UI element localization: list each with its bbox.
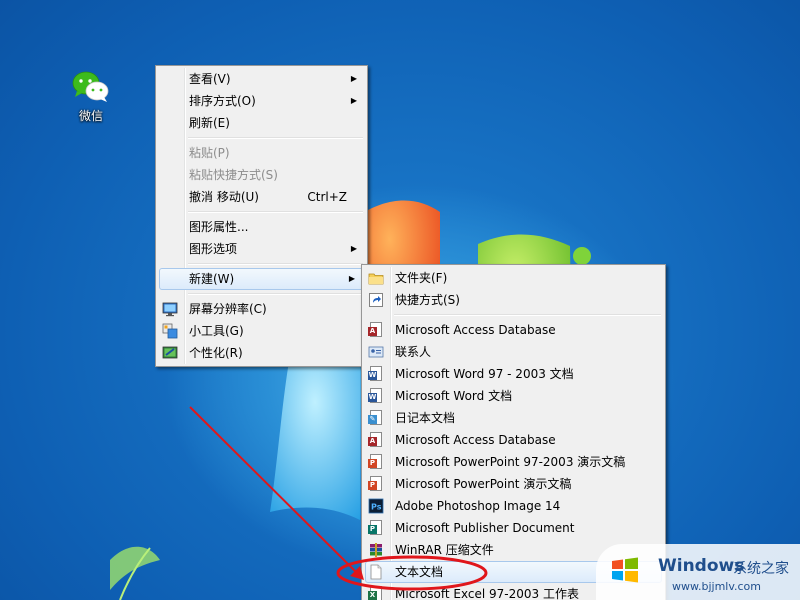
menu-item-view[interactable]: 查看(V) ▶ [158, 68, 365, 90]
menu-separator [188, 211, 363, 213]
menu-separator [188, 137, 363, 139]
word-icon: W [368, 388, 384, 404]
gadgets-icon [162, 323, 178, 339]
watermark: Windows 系统之家 www.bjjmlv.com [596, 544, 800, 600]
wechat-icon [71, 70, 111, 104]
menu-item-label: Microsoft Word 97 - 2003 文档 [395, 367, 574, 381]
menu-item-label: Microsoft Excel 97-2003 工作表 [395, 587, 579, 600]
menu-item-shortcut: Ctrl+Z [307, 190, 347, 204]
submenu-arrow-icon: ▶ [350, 74, 357, 83]
menu-item-graphics-options[interactable]: 图形选项 ▶ [158, 238, 365, 260]
watermark-title: Windows [658, 556, 745, 576]
screen-resolution-icon [162, 301, 178, 317]
svg-text:Ps: Ps [371, 503, 382, 512]
personalize-icon [162, 345, 178, 361]
menu-item-personalize[interactable]: 个性化(R) [158, 342, 365, 364]
watermark-title-cn: 系统之家 [733, 561, 789, 577]
access-icon: A [368, 432, 384, 448]
menu-item-new[interactable]: 新建(W) ▶ [159, 268, 364, 290]
menu-item-label: 快捷方式(S) [395, 293, 460, 307]
menu-item-label: Microsoft Publisher Document [395, 521, 575, 535]
menu-separator [188, 293, 363, 295]
folder-icon [368, 270, 384, 286]
menu-item-label: 排序方式(O) [189, 94, 256, 108]
menu-item-label: 联系人 [395, 345, 432, 359]
menu-item-label: 个性化(R) [189, 346, 243, 360]
desktop-icon-label: 微信 [78, 109, 103, 123]
menu-item-label: 查看(V) [189, 72, 231, 86]
submenu-arrow-icon: ▶ [350, 96, 357, 105]
menu-item-label: WinRAR 压缩文件 [395, 543, 494, 557]
menu-item-label: Microsoft Access Database [395, 433, 556, 447]
contact-icon [368, 344, 384, 360]
watermark-url: www.bjjmlv.com [672, 580, 761, 593]
new-item-powerpoint[interactable]: P Microsoft PowerPoint 演示文稿 [364, 473, 663, 495]
menu-item-label: 图形属性... [189, 220, 249, 234]
new-item-photoshop-image[interactable]: Ps Adobe Photoshop Image 14 [364, 495, 663, 517]
new-item-shortcut[interactable]: 快捷方式(S) [364, 289, 663, 311]
word-icon: W [368, 366, 384, 382]
menu-item-label: Microsoft Word 文档 [395, 389, 513, 403]
submenu-arrow-icon: ▶ [350, 244, 357, 253]
menu-item-undo-move[interactable]: 撤消 移动(U) Ctrl+Z [158, 186, 365, 208]
menu-item-label: Microsoft Access Database [395, 323, 556, 337]
new-item-word[interactable]: W Microsoft Word 文档 [364, 385, 663, 407]
menu-item-label: 粘贴快捷方式(S) [189, 168, 278, 182]
new-item-publisher-document[interactable]: P Microsoft Publisher Document [364, 517, 663, 539]
winrar-icon [368, 542, 384, 558]
menu-item-screen-resolution[interactable]: 屏幕分辨率(C) [158, 298, 365, 320]
access-icon: A [368, 322, 384, 338]
desktop[interactable]: 微信 查看(V) ▶ 排序方式(O) ▶ 刷新(E) 粘贴(P) 粘贴快捷方式(… [0, 0, 800, 600]
powerpoint-icon: P [368, 476, 384, 492]
powerpoint-icon: P [368, 454, 384, 470]
submenu-arrow-icon: ▶ [348, 274, 355, 283]
excel-icon: X [368, 586, 384, 600]
menu-item-label: Adobe Photoshop Image 14 [395, 499, 561, 513]
menu-item-label: Microsoft PowerPoint 演示文稿 [395, 477, 572, 491]
shortcut-icon [368, 292, 384, 308]
menu-item-label: 小工具(G) [189, 324, 244, 338]
new-item-access-database[interactable]: A Microsoft Access Database [364, 319, 663, 341]
new-item-access-database-2[interactable]: A Microsoft Access Database [364, 429, 663, 451]
menu-item-label: 文件夹(F) [395, 271, 448, 285]
menu-item-paste-shortcut: 粘贴快捷方式(S) [158, 164, 365, 186]
journal-icon: ✎ [368, 410, 384, 426]
new-item-powerpoint-97-2003[interactable]: P Microsoft PowerPoint 97-2003 演示文稿 [364, 451, 663, 473]
new-item-folder[interactable]: 文件夹(F) [364, 267, 663, 289]
new-item-journal[interactable]: ✎ 日记本文档 [364, 407, 663, 429]
menu-item-gadgets[interactable]: 小工具(G) [158, 320, 365, 342]
text-document-icon [368, 564, 384, 580]
menu-item-label: 屏幕分辨率(C) [189, 302, 267, 316]
windows-logo-icon [612, 557, 638, 583]
publisher-icon: P [368, 520, 384, 536]
menu-item-label: 撤消 移动(U) [189, 190, 259, 204]
menu-item-sort-by[interactable]: 排序方式(O) ▶ [158, 90, 365, 112]
menu-item-label: Microsoft PowerPoint 97-2003 演示文稿 [395, 455, 626, 469]
photoshop-icon: Ps [368, 498, 384, 514]
menu-item-refresh[interactable]: 刷新(E) [158, 112, 365, 134]
new-item-contact[interactable]: 联系人 [364, 341, 663, 363]
menu-item-graphics-properties[interactable]: 图形属性... [158, 216, 365, 238]
menu-item-label: 新建(W) [189, 272, 235, 286]
new-item-word-97-2003[interactable]: W Microsoft Word 97 - 2003 文档 [364, 363, 663, 385]
menu-item-paste: 粘贴(P) [158, 142, 365, 164]
menu-separator [188, 263, 363, 265]
menu-item-label: 粘贴(P) [189, 146, 230, 160]
menu-separator [394, 314, 661, 316]
menu-item-label: 日记本文档 [395, 411, 456, 425]
menu-item-label: 刷新(E) [189, 116, 230, 130]
menu-item-label: 文本文档 [395, 565, 444, 579]
desktop-context-menu: 查看(V) ▶ 排序方式(O) ▶ 刷新(E) 粘贴(P) 粘贴快捷方式(S) … [155, 65, 368, 367]
menu-item-label: 图形选项 [189, 242, 238, 256]
desktop-icon-wechat[interactable]: 微信 [62, 70, 120, 124]
